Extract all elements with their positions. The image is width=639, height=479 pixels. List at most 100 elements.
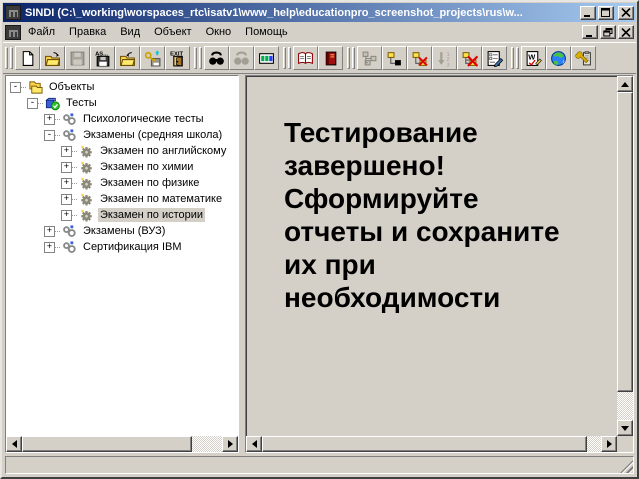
edit-test-button[interactable] [482,46,507,70]
mdi-minimize-button[interactable] [582,25,598,39]
verify-document-button[interactable]: W [521,46,546,70]
expander-toggle[interactable]: + [44,114,55,125]
open-book-button[interactable] [293,46,318,70]
scroll-right-button[interactable] [222,436,238,452]
expander-toggle[interactable]: + [44,226,55,237]
expander-toggle[interactable]: + [61,210,72,221]
tree-item-objects[interactable]: - Объекты [6,79,238,95]
mdi-restore-button[interactable] [600,25,616,39]
sort-order-button[interactable]: 123 [432,46,457,70]
toolbar-grip[interactable] [283,47,286,69]
help-tools-button[interactable] [571,46,596,70]
message-line: завершено! [284,149,609,182]
edit-test-icon [486,50,503,67]
expander-toggle[interactable]: + [61,162,72,173]
scrollbar-thumb[interactable] [617,92,633,392]
tree-item-tests[interactable]: - Тесты [6,95,238,111]
delete-branch-button[interactable] [457,46,482,70]
toolbar-group-find [194,46,279,70]
exit-button[interactable]: EXIT [165,46,190,70]
expander-toggle[interactable]: - [44,130,55,141]
scroll-down-button[interactable] [617,420,633,436]
open-folder-icon [44,50,61,67]
mdi-close-button[interactable] [618,25,634,39]
expander-toggle[interactable]: + [61,178,72,189]
add-node-button[interactable] [382,46,407,70]
tree-item-psych-tests[interactable]: + Психологические тесты [6,111,238,127]
open-button[interactable] [40,46,65,70]
scroll-left-button[interactable] [246,436,262,452]
toolbar-grip[interactable] [516,47,519,69]
gears-icon [61,240,78,255]
scrollbar-thumb[interactable] [262,436,587,452]
tree-item-exam-math[interactable]: + Экзамен по математике [6,191,238,207]
message-line: их при [284,248,609,281]
scrollbar-track[interactable] [617,392,633,420]
toolbar-grip[interactable] [511,47,514,69]
scroll-up-button[interactable] [617,76,633,92]
minimize-button[interactable] [580,6,596,20]
scrollbar-thumb[interactable] [22,436,192,452]
tree-item-exam-chemistry[interactable]: + Экзамен по химии [6,159,238,175]
save-button[interactable] [65,46,90,70]
minimize-icon [585,28,595,37]
resize-grip[interactable] [620,460,633,473]
expander-toggle[interactable]: + [61,146,72,157]
gear-icon [78,160,95,175]
save-as-button[interactable]: AS... [90,46,115,70]
expander-toggle[interactable]: - [10,82,21,93]
columns-button[interactable] [254,46,279,70]
toolbar-grip[interactable] [194,47,197,69]
message-vertical-scrollbar[interactable] [617,76,633,436]
app-icon[interactable] [5,5,21,20]
tree-item-exam-history[interactable]: + Экзамен по истории [6,207,238,223]
message-line: отчеты и сохраните [284,215,609,248]
arrow-left-icon [12,440,17,448]
toolbar-grip[interactable] [288,47,291,69]
toolbar-grip[interactable] [5,47,8,69]
menu-help[interactable]: Помощь [238,24,295,40]
tree-structure-button[interactable] [357,46,382,70]
scroll-right-button[interactable] [601,436,617,452]
toolbar-grip[interactable] [347,47,350,69]
scroll-left-button[interactable] [6,436,22,452]
menu-edit[interactable]: Правка [62,24,113,40]
mdi-child-icon[interactable] [5,25,21,40]
scrollbar-track[interactable] [587,436,601,452]
toolbar-grip[interactable] [352,47,355,69]
toolbar-grip[interactable] [199,47,202,69]
tree-item-school-exams[interactable]: - Экзамены (средняя школа) [6,127,238,143]
tree-horizontal-scrollbar[interactable] [6,436,238,452]
tree-item-exam-physics[interactable]: + Экзамен по физике [6,175,238,191]
toolbar-grip[interactable] [10,47,13,69]
selected-tree-label[interactable]: Экзамен по истории [98,208,205,222]
exit-icon: EXIT [169,50,186,67]
tree-item-university-exams[interactable]: + Экзамены (ВУЗ) [6,223,238,239]
menu-file[interactable]: Файл [21,24,62,40]
menu-view[interactable]: Вид [113,24,147,40]
find-button[interactable] [204,46,229,70]
close-button[interactable] [618,6,634,20]
closed-book-button[interactable] [318,46,343,70]
find-next-button[interactable] [229,46,254,70]
expander-toggle[interactable]: + [61,194,72,205]
tree-panel: - Объекты - Тесты + [5,75,239,453]
tree-item-exam-english[interactable]: + Экзамен по английскому [6,143,238,159]
expander-toggle[interactable]: - [27,98,38,109]
expander-toggle[interactable]: + [44,242,55,253]
columns-icon [258,50,275,67]
message-horizontal-scrollbar[interactable] [246,436,617,452]
maximize-button[interactable] [598,6,614,20]
toolbar-group-structure: 123 [347,46,507,70]
menu-window[interactable]: Окно [199,24,239,40]
menu-object[interactable]: Объект [147,24,198,40]
globe-button[interactable] [546,46,571,70]
tree-item-ibm-certification[interactable]: + Сертификация IBM [6,239,238,255]
scrollbar-track[interactable] [192,436,222,452]
restore-icon [603,28,613,37]
message-line: Тестирование [284,116,609,149]
export-keys-button[interactable] [140,46,165,70]
delete-node-button[interactable] [407,46,432,70]
new-button[interactable] [15,46,40,70]
import-folder-button[interactable] [115,46,140,70]
